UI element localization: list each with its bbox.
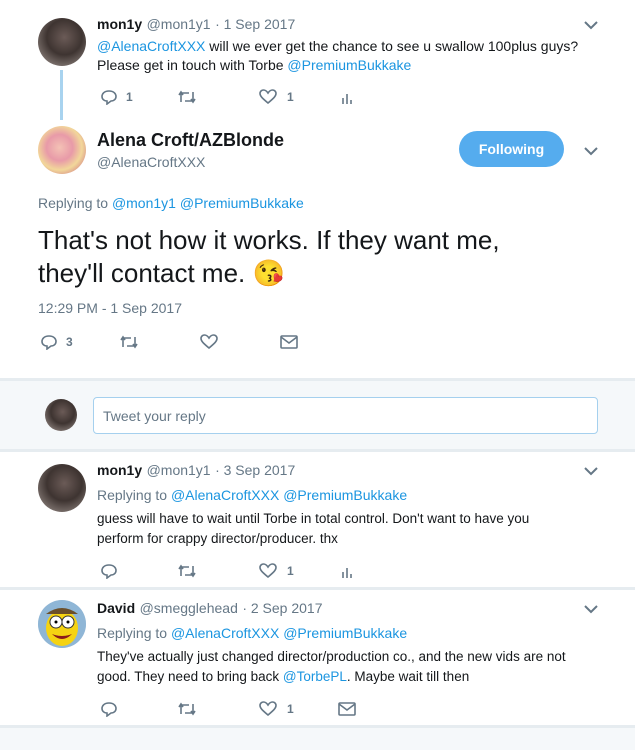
analytics-icon (342, 94, 352, 104)
tweet-text-line: Please get in touch with Torbe (97, 57, 284, 73)
reply-icon (41, 335, 57, 350)
display-name[interactable]: David (97, 600, 135, 616)
reply-icon (101, 90, 117, 105)
reply-placeholder: Tweet your reply (103, 408, 206, 424)
retweet-action[interactable] (177, 701, 197, 717)
tweet-text-line: guess will have to wait until Torbe in t… (97, 511, 530, 526)
replying-to-label: Replying to (38, 195, 109, 211)
tweet-date[interactable]: · 1 Sep 2017 (215, 16, 295, 32)
reply-icon (101, 564, 117, 579)
mention-link[interactable]: @mon1y1 (112, 195, 176, 211)
avatar[interactable] (38, 126, 86, 174)
next-reply-edge (0, 728, 635, 750)
reply-icon (101, 702, 117, 717)
tweet-text-2: they'll contact me. 😘 (38, 256, 285, 290)
mention-link[interactable]: @PremiumBukkake (287, 57, 411, 73)
tweet-header: mon1y @mon1y1 · 1 Sep 2017 (97, 16, 295, 34)
like-action[interactable]: 1 (259, 701, 294, 717)
user-handle[interactable]: @mon1y1 (147, 16, 211, 32)
reply-action[interactable]: 3 (40, 334, 73, 350)
retweet-action[interactable] (177, 89, 197, 105)
heart-icon (259, 701, 277, 717)
heart-icon (259, 563, 277, 579)
replying-to: Replying to @AlenaCroftXXX @PremiumBukka… (97, 487, 407, 503)
tweet-text-2: good. They need to bring back @TorbePL. … (97, 667, 469, 687)
reply-count: 1 (126, 90, 133, 104)
reply-input[interactable]: Tweet your reply (93, 397, 598, 434)
retweet-icon (178, 702, 196, 716)
thread-connector (60, 70, 63, 120)
tweet-text-line: perform for crappy director/producer. th… (97, 531, 338, 546)
mention-link[interactable]: @TorbePL (283, 669, 347, 684)
mention-link[interactable]: @AlenaCroftXXX (171, 487, 279, 503)
like-action[interactable]: 1 (259, 89, 294, 105)
retweet-action[interactable] (177, 563, 197, 579)
mention-link[interactable]: @AlenaCroftXXX (97, 38, 205, 54)
tweet-text-line: they'll contact me. (38, 258, 246, 288)
mention-link[interactable]: @PremiumBukkake (283, 625, 407, 641)
chevron-down-icon[interactable] (584, 20, 598, 30)
mention-link[interactable]: @AlenaCroftXXX (171, 625, 279, 641)
display-name[interactable]: Alena Croft/AZBlonde (97, 130, 284, 151)
tweet-text-line: That's not how it works. If they want me… (38, 225, 500, 255)
reply-tweet[interactable]: David @smegglehead · 2 Sep 2017 Replying… (0, 590, 635, 725)
heart-icon (259, 89, 277, 105)
retweet-icon (178, 90, 196, 104)
following-button[interactable]: Following (459, 131, 564, 167)
reply-action[interactable]: 1 (100, 89, 133, 105)
mention-link[interactable]: @PremiumBukkake (283, 487, 407, 503)
tweet-timestamp[interactable]: 12:29 PM - 1 Sep 2017 (38, 300, 182, 316)
reply-action[interactable] (100, 701, 118, 717)
user-handle[interactable]: @AlenaCroftXXX (97, 154, 205, 170)
direct-message-action[interactable] (280, 335, 298, 349)
tweet-date[interactable]: · 3 Sep 2017 (215, 462, 295, 478)
reply-count: 3 (66, 335, 73, 349)
avatar[interactable] (38, 18, 86, 66)
user-handle[interactable]: @smegglehead (140, 600, 238, 616)
replying-to-label: Replying to (97, 487, 168, 503)
avatar (45, 399, 77, 431)
replying-to: Replying to @mon1y1 @PremiumBukkake (38, 195, 304, 211)
analytics-icon (342, 568, 352, 578)
conversation-panel: mon1y @mon1y1 · 1 Sep 2017 @AlenaCroftXX… (0, 0, 635, 378)
like-count: 1 (287, 564, 294, 578)
envelope-icon (280, 335, 298, 349)
chevron-down-icon[interactable] (584, 604, 598, 614)
heart-icon (200, 334, 218, 350)
reply-tweet[interactable]: mon1y @mon1y1 · 3 Sep 2017 Replying to @… (0, 452, 635, 587)
mention-link[interactable]: @PremiumBukkake (180, 195, 304, 211)
tweet-text-line: They've actually just changed director/p… (97, 649, 566, 664)
tweet-header: David @smegglehead · 2 Sep 2017 (97, 600, 322, 618)
avatar[interactable] (38, 600, 86, 648)
retweet-icon (120, 335, 138, 349)
analytics-action[interactable] (340, 565, 354, 579)
direct-message-action[interactable] (338, 702, 356, 716)
chevron-down-icon[interactable] (584, 466, 598, 476)
tweet-text: @AlenaCroftXXX will we ever get the chan… (97, 36, 578, 56)
kiss-emoji-icon: 😘 (252, 258, 285, 288)
display-name[interactable]: mon1y (97, 16, 142, 32)
tweet-text-line: will we ever get the chance to see u swa… (209, 38, 579, 54)
chevron-down-icon[interactable] (584, 146, 598, 156)
like-action[interactable] (200, 334, 218, 350)
tweet-text-2: Please get in touch with Torbe @PremiumB… (97, 55, 411, 75)
reply-action[interactable] (100, 563, 118, 579)
display-name[interactable]: mon1y (97, 462, 142, 478)
retweet-action[interactable] (119, 334, 139, 350)
replying-to: Replying to @AlenaCroftXXX @PremiumBukka… (97, 625, 407, 641)
replying-to-label: Replying to (97, 625, 168, 641)
tweet-header: mon1y @mon1y1 · 3 Sep 2017 (97, 462, 295, 480)
cartoon-face-icon (38, 600, 86, 648)
user-handle[interactable]: @mon1y1 (147, 462, 211, 478)
like-count: 1 (287, 90, 294, 104)
like-action[interactable]: 1 (259, 563, 294, 579)
tweet-date[interactable]: · 2 Sep 2017 (242, 600, 322, 616)
avatar[interactable] (38, 464, 86, 512)
retweet-icon (178, 564, 196, 578)
tweet-text-line: good. They need to bring back (97, 669, 280, 684)
like-count: 1 (287, 702, 294, 716)
analytics-action[interactable] (340, 91, 354, 105)
envelope-icon (338, 702, 356, 716)
tweet-text-line: . Maybe wait till then (346, 669, 470, 684)
